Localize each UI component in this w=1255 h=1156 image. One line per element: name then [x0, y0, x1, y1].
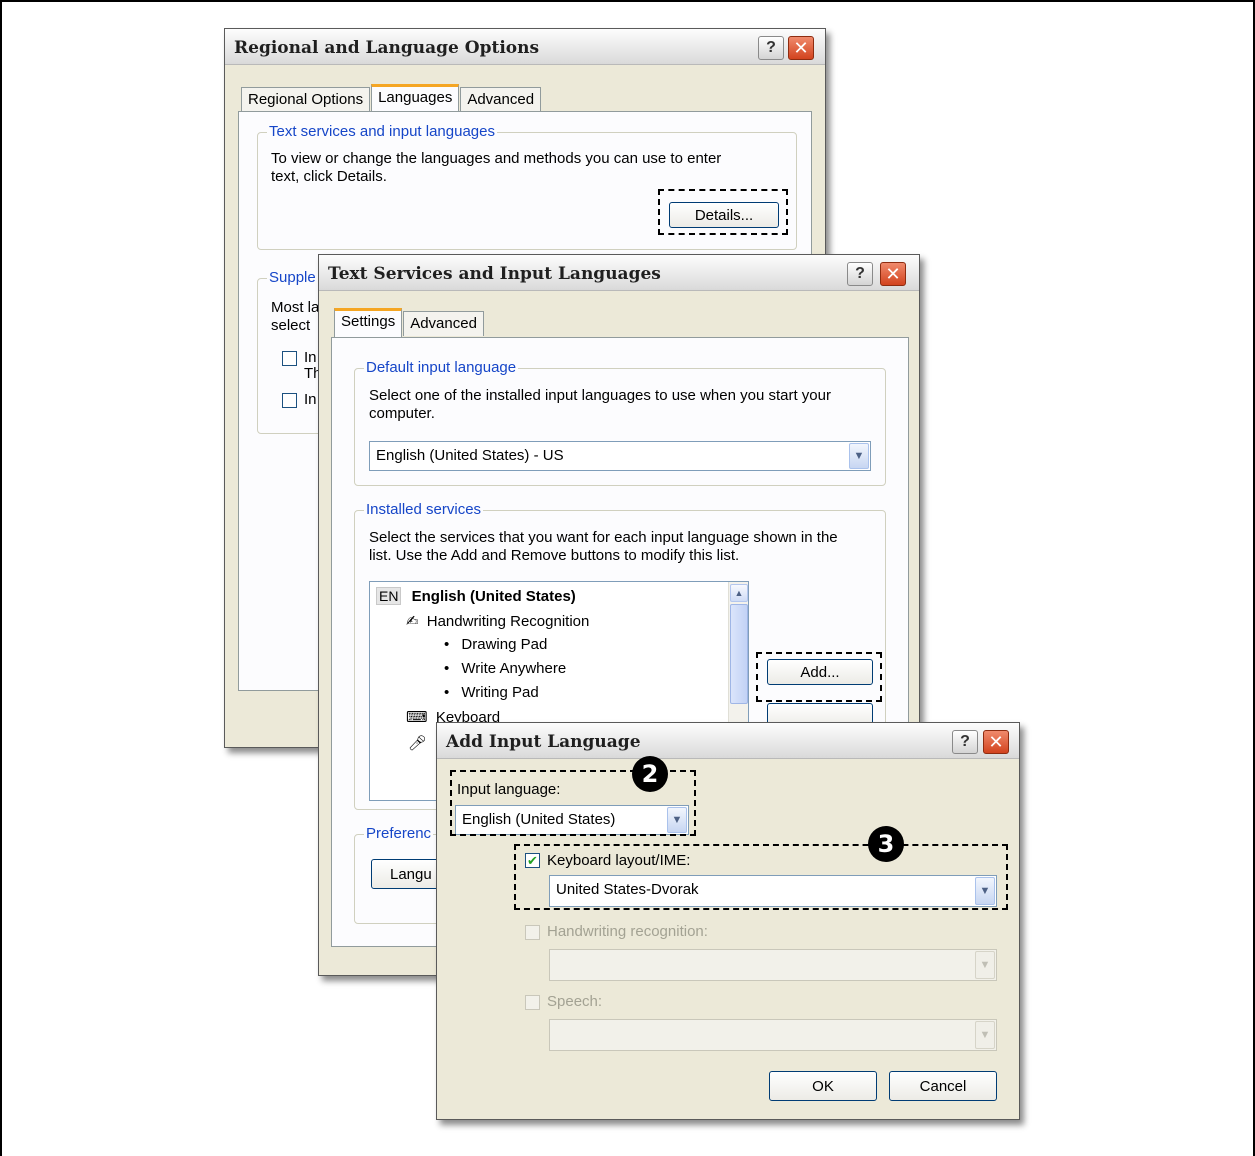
description-text: Select the services that you want for ea…	[369, 529, 838, 546]
speech-label: Speech:	[547, 993, 603, 1010]
checkbox-label: In	[304, 391, 317, 408]
cancel-button-label: Cancel	[919, 1077, 967, 1095]
group-legend: Default input language	[364, 359, 519, 376]
handwriting-label: Handwriting recognition:	[547, 923, 708, 940]
add-highlight	[756, 652, 882, 702]
close-icon[interactable]: ✕	[983, 730, 1009, 754]
description-text: Most la	[271, 299, 320, 316]
step-3-callout: 3	[868, 826, 904, 862]
keyboard-layout-highlight	[514, 844, 1008, 910]
details-highlight	[658, 189, 788, 235]
list-item[interactable]: • Drawing Pad	[444, 636, 547, 653]
chevron-down-icon[interactable]: ▼	[849, 443, 869, 469]
cancel-button[interactable]: Cancel	[889, 1071, 997, 1101]
language-name: English (United States)	[411, 588, 576, 605]
tab-advanced[interactable]: Advanced	[460, 87, 542, 112]
default-language-dropdown[interactable]: English (United States) - US ▼	[369, 441, 871, 471]
group-legend: Supple	[267, 269, 318, 286]
ok-button-label: OK	[812, 1077, 834, 1095]
description-text: Select one of the installed input langua…	[369, 387, 831, 404]
description-text: list. Use the Add and Remove buttons to …	[369, 547, 740, 564]
tab-regional-options[interactable]: Regional Options	[241, 87, 371, 112]
language-bar-label: Langu	[390, 865, 432, 883]
service-name: Write Anywhere	[461, 660, 567, 677]
step-2-callout: 2	[632, 756, 668, 792]
title-bar[interactable]: Regional and Language Options ? ✕	[225, 29, 825, 65]
group-legend: Text services and input languages	[267, 123, 497, 140]
chevron-down-icon[interactable]: ▼	[975, 1021, 995, 1049]
list-item[interactable]: ✍ Handwriting Recognition	[406, 612, 589, 630]
chevron-down-icon[interactable]: ▼	[975, 951, 995, 979]
ok-button[interactable]: OK	[769, 1071, 877, 1101]
handwriting-dropdown[interactable]: ▼	[549, 949, 997, 981]
window-title: Text Services and Input Languages	[328, 264, 661, 284]
window-title: Regional and Language Options	[234, 38, 540, 58]
list-item[interactable]: EN English (United States)	[376, 587, 576, 605]
pen-icon: ✍	[406, 613, 419, 630]
description-text: To view or change the languages and meth…	[271, 150, 722, 167]
supplemental-checkbox-1[interactable]	[282, 351, 297, 366]
microphone-icon: 🎤︎	[408, 735, 428, 752]
keyboard-icon: ⌨	[406, 709, 428, 726]
scroll-thumb[interactable]	[730, 604, 748, 704]
close-icon[interactable]: ✕	[788, 36, 814, 60]
description-text: text, click Details.	[271, 168, 387, 185]
window-title: Add Input Language	[446, 732, 641, 752]
help-icon[interactable]: ?	[847, 262, 873, 286]
title-bar[interactable]: Text Services and Input Languages ? ✕	[319, 255, 919, 291]
description-text: select	[271, 317, 311, 334]
supplemental-checkbox-2[interactable]	[282, 393, 297, 408]
help-icon[interactable]: ?	[952, 730, 978, 754]
default-language-group: Default input language Select one of the…	[354, 359, 886, 486]
group-legend: Preferenc	[364, 825, 434, 842]
tab-advanced[interactable]: Advanced	[403, 311, 484, 336]
help-icon[interactable]: ?	[758, 36, 784, 60]
scroll-up-icon[interactable]: ▲	[730, 584, 748, 602]
group-legend: Installed services	[364, 501, 484, 518]
tab-languages[interactable]: Languages	[371, 84, 460, 113]
list-item[interactable]: • Writing Pad	[444, 684, 539, 701]
service-name: Drawing Pad	[461, 636, 548, 653]
service-name: Handwriting Recognition	[426, 613, 590, 630]
language-code: EN	[376, 587, 402, 605]
close-icon[interactable]: ✕	[880, 262, 906, 286]
service-name: Writing Pad	[461, 684, 539, 701]
title-bar[interactable]: Add Input Language ? ✕	[437, 723, 1019, 759]
tab-settings[interactable]: Settings	[334, 308, 403, 337]
description-text: computer.	[369, 405, 435, 422]
speech-checkbox[interactable]	[525, 995, 540, 1010]
list-item[interactable]: • Write Anywhere	[444, 660, 566, 677]
handwriting-checkbox[interactable]	[525, 925, 540, 940]
dropdown-value: English (United States) - US	[376, 447, 564, 464]
speech-dropdown[interactable]: ▼	[549, 1019, 997, 1051]
